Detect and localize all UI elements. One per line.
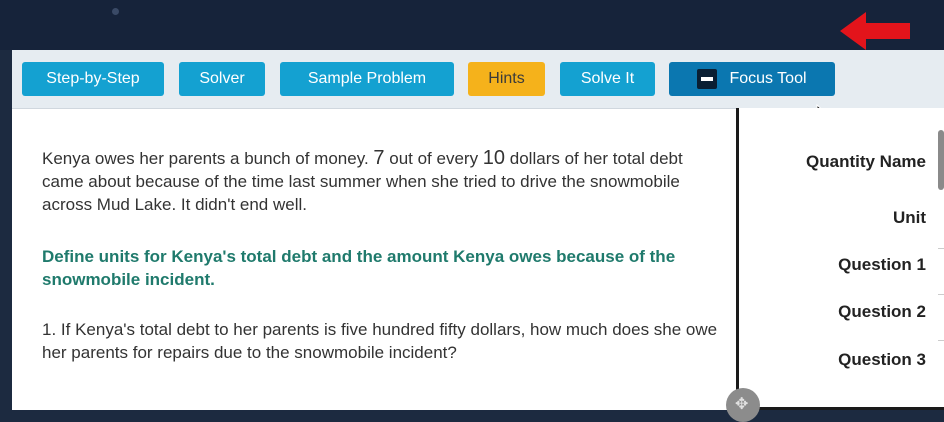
step-by-step-button[interactable]: Step-by-Step: [22, 62, 164, 96]
minus-square-icon: [697, 69, 718, 89]
solve-it-button[interactable]: Solve It: [560, 62, 655, 96]
solver-button[interactable]: Solver: [179, 62, 265, 96]
row-label-question-2: Question 2: [838, 302, 926, 321]
row-divider: [938, 294, 944, 295]
window-top-bar: [0, 0, 944, 50]
red-arrow-icon: [840, 12, 910, 50]
question-1-text: 1. If Kenya's total debt to her parents …: [42, 320, 718, 362]
table-scrollbar[interactable]: [938, 130, 944, 190]
quantity-table: Quantity Name Unit Question 1 Question 2…: [736, 108, 944, 410]
define-units-instruction: Define units for Kenya's total debt and …: [42, 247, 676, 289]
hints-button[interactable]: Hints: [468, 62, 545, 96]
row-label-question-1: Question 1: [838, 255, 926, 274]
row-label-quantity-name: Quantity Name: [806, 152, 926, 171]
move-icon[interactable]: [726, 388, 760, 422]
sample-problem-button[interactable]: Sample Problem: [280, 62, 454, 96]
intro-text-1: Kenya owes her parents a bunch of money.: [42, 149, 374, 168]
intro-text-2: out of every: [384, 149, 483, 168]
intro-number-10: 10: [482, 147, 506, 169]
focus-tool-label: Focus Tool: [729, 70, 807, 87]
problem-intro: Kenya owes her parents a bunch of money.…: [42, 147, 722, 216]
toolbar: Step-by-Step Solver Sample Problem Hints…: [12, 50, 944, 109]
focus-tool-button[interactable]: Focus Tool: [669, 62, 835, 96]
row-label-unit: Unit: [892, 208, 926, 227]
row-label-question-3: Question 3: [838, 350, 926, 369]
row-divider: [938, 248, 944, 249]
camera-dot-icon: [112, 8, 119, 15]
intro-number-7: 7: [373, 147, 385, 169]
row-divider: [938, 340, 944, 341]
